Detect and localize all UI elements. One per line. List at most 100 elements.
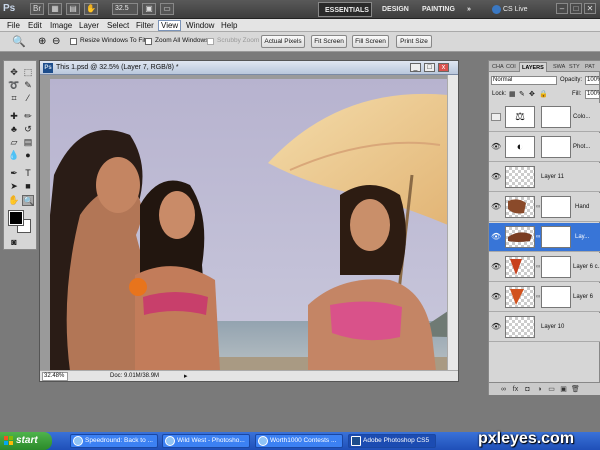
new-group-icon[interactable]: ▭ (547, 385, 556, 394)
fill-screen-button[interactable]: Fill Screen (352, 35, 389, 48)
taskbar-item-wild-west[interactable]: Wild West - Photosho... (162, 434, 250, 448)
hand-tool-icon[interactable]: ✋ (8, 195, 20, 206)
arrange-documents-icon[interactable]: ▣ (142, 3, 156, 15)
menu-edit[interactable]: Edit (26, 20, 44, 31)
eye-icon[interactable]: 👁 (491, 173, 501, 181)
doc-close-icon[interactable]: x (438, 63, 449, 72)
layer-mask-thumb[interactable] (541, 136, 571, 158)
layer-style-icon[interactable]: fx (511, 385, 520, 394)
workspace-design[interactable]: DESIGN (376, 2, 412, 17)
layer-row-photo-filter[interactable]: 👁 ◐ Phot... (489, 133, 600, 162)
layer-row-color-balance[interactable]: ⚖ Colo... (489, 103, 600, 132)
layer-mask-thumb[interactable] (541, 256, 571, 278)
document-size[interactable]: Doc: 9.01M/38.9M (110, 372, 159, 381)
menu-layer[interactable]: Layer (77, 20, 101, 31)
layer-mask-thumb[interactable] (541, 196, 571, 218)
zoom-readout[interactable]: 32.48% (42, 372, 68, 381)
marquee-tool-icon[interactable]: ⬚ (22, 67, 34, 78)
minimize-icon[interactable]: – (556, 3, 568, 14)
layer-row-selected[interactable]: 👁 ∞ Lay... (489, 223, 600, 252)
tab-color[interactable]: COI (504, 62, 518, 72)
opacity-input[interactable]: 100% (585, 76, 600, 85)
hand-icon[interactable]: ✋ (84, 3, 98, 15)
trash-icon[interactable]: 🗑 (571, 385, 580, 394)
actual-pixels-button[interactable]: Actual Pixels (261, 35, 305, 48)
shape-tool-icon[interactable]: ■ (22, 181, 34, 192)
crop-tool-icon[interactable]: ⌗ (8, 93, 20, 104)
layer-row-layer-11[interactable]: 👁 Layer 11 (489, 163, 600, 192)
visibility-toggle-off[interactable] (491, 113, 501, 121)
blend-mode-select[interactable]: Normal (491, 76, 557, 85)
quick-mask-icon[interactable]: ◙ (8, 237, 20, 248)
extras-icon[interactable]: ▤ (66, 3, 80, 15)
zoom-out-icon[interactable]: ⊖ (52, 36, 60, 47)
menu-file[interactable]: File (5, 20, 22, 31)
brush-tool-icon[interactable]: ✏ (22, 111, 34, 122)
start-button[interactable]: start (0, 432, 52, 450)
new-layer-icon[interactable]: ▣ (559, 385, 568, 394)
pen-tool-icon[interactable]: ✒ (8, 168, 20, 179)
menu-help[interactable]: Help (219, 20, 239, 31)
menu-image[interactable]: Image (48, 20, 74, 31)
layer-row-layer-6[interactable]: 👁 ∞ Layer 6 (489, 283, 600, 312)
move-tool-icon[interactable]: ✥ (8, 67, 20, 78)
layer-mask-thumb[interactable] (541, 286, 571, 308)
canvas-area[interactable] (40, 75, 458, 371)
dodge-tool-icon[interactable]: ● (22, 150, 34, 161)
lock-transparency-icon[interactable]: ▦ (509, 90, 516, 98)
maximize-icon[interactable]: □ (570, 3, 582, 14)
doc-minimize-icon[interactable]: _ (410, 63, 421, 72)
resize-windows-checkbox[interactable] (70, 38, 77, 45)
quick-select-icon[interactable]: ✎ (22, 80, 34, 91)
close-icon[interactable]: ✕ (584, 3, 596, 14)
cs-live-button[interactable]: CS Live (492, 3, 536, 16)
layer-row-layer-6-copy[interactable]: 👁 ∞ Layer 6 c... (489, 253, 600, 282)
layer-row-hand[interactable]: 👁 ∞ Hand (489, 193, 600, 222)
adjustment-layer-icon[interactable]: ◑ (535, 385, 544, 394)
history-brush-icon[interactable]: ↺ (22, 124, 34, 135)
zoom-tool-icon[interactable]: 🔍 (12, 35, 26, 48)
zoom-level-select[interactable]: 32.5 (112, 3, 138, 15)
layer-row-layer-10[interactable]: 👁 Layer 10 (489, 313, 600, 342)
workspace-more-button[interactable]: » (462, 2, 476, 17)
fit-screen-button[interactable]: Fit Screen (311, 35, 347, 48)
path-select-icon[interactable]: ➤ (8, 181, 20, 192)
menu-select[interactable]: Select (105, 20, 131, 31)
eye-icon[interactable]: 👁 (491, 203, 501, 211)
tab-paths[interactable]: PAT (583, 62, 597, 72)
clone-stamp-icon[interactable]: ♣ (8, 124, 20, 135)
gradient-tool-icon[interactable]: ▤ (22, 137, 34, 148)
layer-mask-thumb[interactable] (541, 106, 571, 128)
lock-pixels-icon[interactable]: ✎ (519, 90, 525, 98)
zoom-in-icon[interactable]: ⊕ (38, 36, 46, 47)
taskbar-item-speedround[interactable]: Speedround: Back to ... (70, 434, 158, 448)
bridge-icon[interactable]: Br (30, 3, 44, 15)
eye-icon[interactable]: 👁 (491, 143, 501, 151)
workspace-essentials[interactable]: ESSENTIALS (318, 2, 372, 17)
eraser-tool-icon[interactable]: ▱ (8, 137, 20, 148)
menu-filter[interactable]: Filter (134, 20, 156, 31)
type-tool-icon[interactable]: T (22, 168, 34, 179)
workspace-painting[interactable]: PAINTING (416, 2, 460, 17)
minibridge-icon[interactable]: ▦ (48, 3, 62, 15)
tab-swatches[interactable]: SWA (551, 62, 567, 72)
blur-tool-icon[interactable]: 💧 (8, 150, 20, 161)
taskbar-item-photoshop[interactable]: Adobe Photoshop CS5 (348, 434, 436, 448)
screen-mode-icon[interactable]: ▭ (160, 3, 174, 15)
tab-styles[interactable]: STY (567, 62, 582, 72)
menu-window[interactable]: Window (184, 20, 216, 31)
foreground-color-swatch[interactable] (8, 210, 24, 226)
lasso-tool-icon[interactable]: ➰ (8, 80, 20, 91)
zoom-tool-icon[interactable]: 🔍 (22, 195, 34, 206)
taskbar-item-worth1000[interactable]: Worth1000 Contests ... (255, 434, 343, 448)
lock-position-icon[interactable]: ✥ (529, 90, 535, 98)
add-mask-icon[interactable]: ◘ (523, 385, 532, 394)
lock-all-icon[interactable]: 🔒 (539, 90, 548, 98)
tab-layers[interactable]: LAYERS (519, 62, 547, 72)
layer-mask-thumb[interactable] (541, 226, 571, 248)
healing-brush-icon[interactable]: ✚ (8, 111, 20, 122)
eyedropper-icon[interactable]: ⁄ (22, 93, 34, 104)
eye-icon[interactable]: 👁 (491, 293, 501, 301)
menu-view[interactable]: View (158, 20, 182, 31)
scrubby-zoom-checkbox[interactable] (207, 38, 214, 45)
